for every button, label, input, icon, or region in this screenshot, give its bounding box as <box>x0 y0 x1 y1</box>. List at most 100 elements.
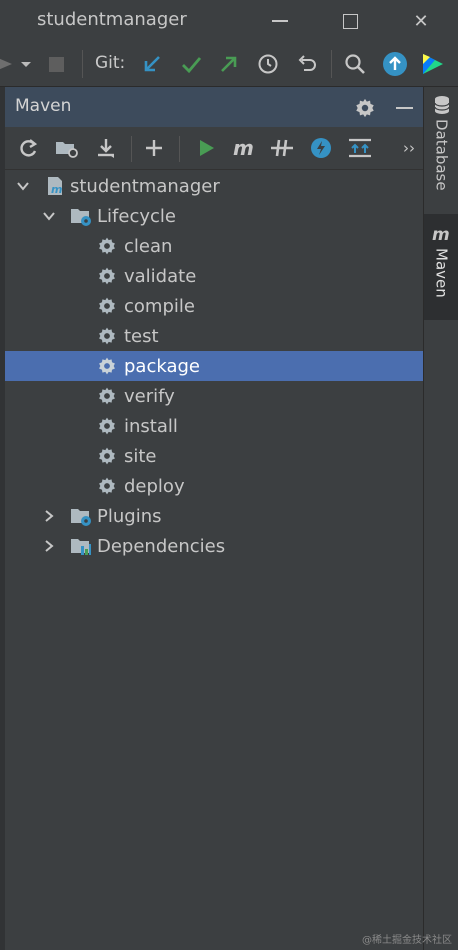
tree-row-project[interactable]: m studentmanager <box>5 171 423 201</box>
gear-icon <box>96 475 118 497</box>
chevron-down-icon[interactable] <box>41 208 57 224</box>
goal-label: clean <box>124 235 173 257</box>
search-button[interactable] <box>341 50 369 78</box>
gear-icon <box>96 265 118 287</box>
database-icon <box>433 96 450 114</box>
tree-label: Dependencies <box>97 535 226 557</box>
tree-label: Plugins <box>97 505 162 527</box>
right-tool-window-bar: Database m Maven <box>423 87 458 950</box>
git-label: Git: <box>95 53 126 73</box>
plugin-button[interactable] <box>419 50 447 78</box>
goal-label: package <box>124 355 200 377</box>
close-button[interactable]: ✕ <box>407 8 435 34</box>
git-push-button[interactable] <box>215 50 243 78</box>
gear-icon <box>96 445 118 467</box>
add-icon <box>146 140 162 156</box>
skip-tests-button[interactable] <box>306 134 336 162</box>
maximize-button[interactable] <box>336 8 364 34</box>
sidebar-tab-maven[interactable]: m Maven <box>424 214 458 320</box>
toolbar-separator <box>179 136 180 162</box>
minimize-button[interactable] <box>266 8 294 34</box>
git-commit-icon <box>182 57 202 74</box>
git-update-button[interactable] <box>138 50 166 78</box>
gear-icon <box>96 415 118 437</box>
lifecycle-goal-verify[interactable]: verify <box>5 381 423 411</box>
lifecycle-goal-package[interactable]: package <box>5 351 423 381</box>
update-button[interactable] <box>381 50 409 78</box>
dependencies-folder-icon <box>69 535 91 557</box>
settings-button[interactable] <box>352 95 378 121</box>
close-icon: ✕ <box>413 10 429 32</box>
reload-folder-button[interactable] <box>52 134 82 162</box>
goal-label: test <box>124 325 159 347</box>
main-toolbar: Git: <box>0 42 458 87</box>
chevron-down-icon[interactable] <box>15 178 31 194</box>
lifecycle-goal-install[interactable]: install <box>5 411 423 441</box>
maven-panel: Maven m ›› m studentmanager Lifecycle cl… <box>5 87 423 950</box>
skip-tests-icon <box>311 138 331 158</box>
reload-icon <box>20 139 38 157</box>
more-button[interactable]: ›› <box>394 134 424 162</box>
add-button[interactable] <box>139 134 169 162</box>
show-dependencies-button[interactable] <box>345 134 375 162</box>
tree-label: Lifecycle <box>97 205 176 227</box>
stop-icon <box>48 56 64 72</box>
minimize-icon <box>272 20 288 22</box>
download-button[interactable] <box>91 134 121 162</box>
minimize-icon <box>395 106 413 110</box>
goal-label: install <box>124 415 178 437</box>
history-button[interactable] <box>254 50 282 78</box>
lifecycle-goal-test[interactable]: test <box>5 321 423 351</box>
sidebar-tab-label: Database <box>432 119 451 191</box>
reload-folder-icon <box>56 142 78 158</box>
gear-icon <box>96 295 118 317</box>
maven-icon: m <box>432 225 450 244</box>
gear-icon <box>356 98 374 118</box>
svg-text:m: m <box>51 183 62 196</box>
rollback-button[interactable] <box>293 50 321 78</box>
lifecycle-goal-site[interactable]: site <box>5 441 423 471</box>
sidebar-tab-database[interactable]: Database <box>424 95 458 207</box>
goal-label: deploy <box>124 475 185 497</box>
tree-row-dependencies[interactable]: Dependencies <box>5 531 423 561</box>
toolbar-separator <box>131 136 132 162</box>
reload-button[interactable] <box>13 134 43 162</box>
gear-icon <box>96 235 118 257</box>
goal-label: verify <box>124 385 175 407</box>
goal-label: compile <box>124 295 195 317</box>
maximize-icon <box>342 13 358 29</box>
tree-row-lifecycle[interactable]: Lifecycle <box>5 201 423 231</box>
svg-text:m: m <box>233 137 254 159</box>
rollback-icon <box>298 55 316 71</box>
stop-button[interactable] <box>42 50 70 78</box>
git-push-icon <box>221 56 237 72</box>
goal-label: validate <box>124 265 197 287</box>
toolbar-separator <box>331 50 332 78</box>
tree-row-plugins[interactable]: Plugins <box>5 501 423 531</box>
chevron-down-icon <box>21 62 31 67</box>
toggle-offline-button[interactable] <box>267 134 297 162</box>
toolbar-separator <box>82 50 83 78</box>
lifecycle-goal-clean[interactable]: clean <box>5 231 423 261</box>
lifecycle-goal-validate[interactable]: validate <box>5 261 423 291</box>
lifecycle-goal-compile[interactable]: compile <box>5 291 423 321</box>
title-bar: studentmanager ✕ <box>0 0 458 42</box>
maven-goal-icon: m <box>233 137 254 159</box>
maven-panel-title: Maven <box>15 96 72 116</box>
gear-icon <box>96 385 118 407</box>
maven-panel-header: Maven <box>5 87 423 127</box>
maven-project-icon: m <box>45 175 67 197</box>
more-icon: ›› <box>403 139 415 157</box>
chevron-right-icon[interactable] <box>41 538 57 554</box>
gear-icon <box>96 325 118 347</box>
search-icon <box>345 54 365 74</box>
run-button[interactable] <box>191 134 221 162</box>
run-icon <box>200 140 214 156</box>
lifecycle-goal-deploy[interactable]: deploy <box>5 471 423 501</box>
plugins-folder-icon <box>69 505 91 527</box>
hide-panel-button[interactable] <box>391 95 417 121</box>
execute-goal-button[interactable]: m <box>229 134 259 162</box>
chevron-right-icon[interactable] <box>41 508 57 524</box>
run-config-dropdown[interactable] <box>12 50 40 78</box>
git-commit-button[interactable] <box>177 50 205 78</box>
